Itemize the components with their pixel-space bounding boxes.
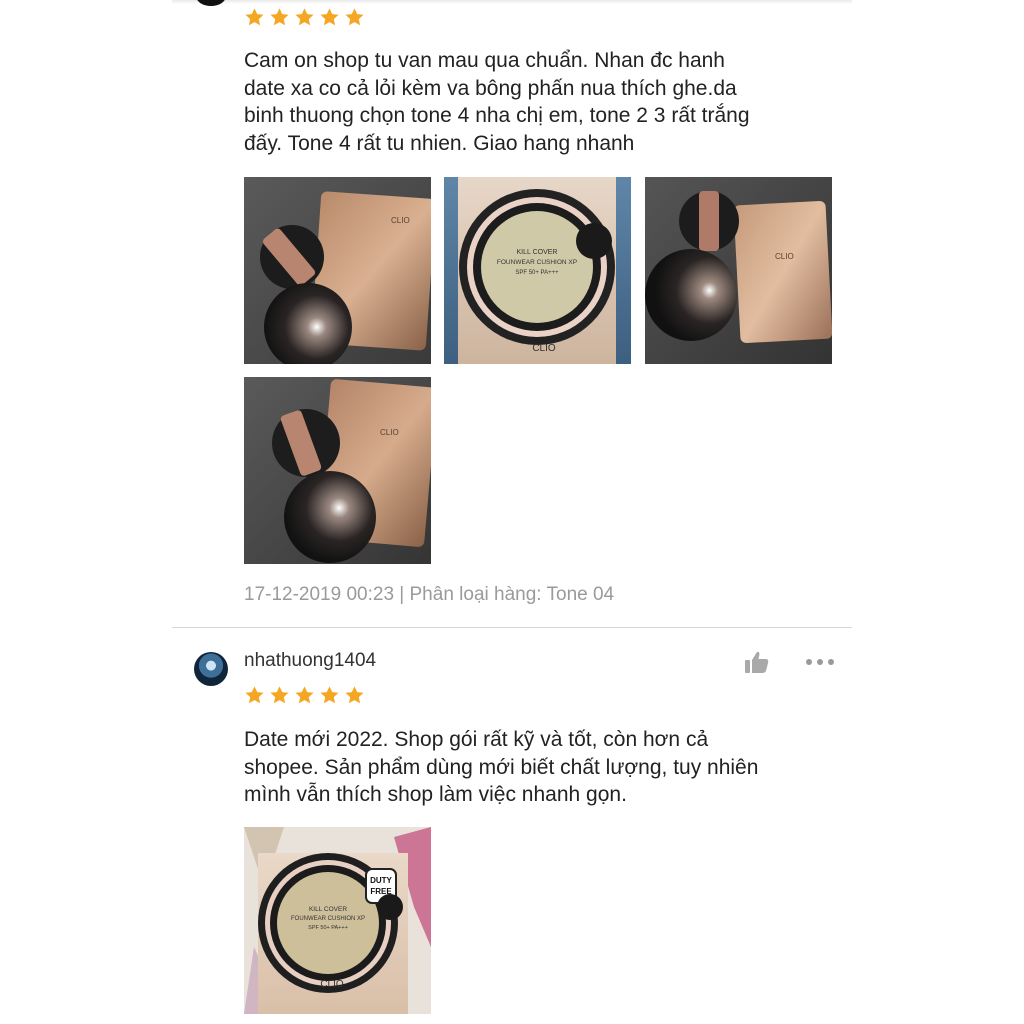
svg-text:CLIO: CLIO	[391, 216, 410, 225]
svg-text:FOUNWEAR CUSHION XP: FOUNWEAR CUSHION XP	[291, 916, 365, 922]
star-icon	[295, 8, 314, 26]
star-icon	[270, 686, 289, 704]
star-icon	[345, 686, 364, 704]
svg-text:FOUNWEAR CUSHION XP: FOUNWEAR CUSHION XP	[497, 259, 577, 266]
avatar[interactable]	[194, 652, 228, 686]
svg-text:CLIO: CLIO	[320, 979, 344, 990]
cushion-refill-photo-icon: CLIO	[645, 177, 832, 364]
svg-text:DUTY: DUTY	[370, 876, 392, 885]
review-meta: 17-12-2019 00:23 | Phân loại hàng: Tone …	[244, 584, 615, 605]
divider	[172, 627, 852, 628]
star-icon	[320, 686, 339, 704]
star-icon	[295, 686, 314, 704]
rating-stars	[244, 7, 365, 28]
review-text: Cam on shop tu van mau qua chuẩn. Nhan đ…	[244, 49, 750, 155]
star-icon	[245, 8, 264, 26]
cushion-box-photo-icon: DUTY FREE KILL COVER FOUNWEAR CUSHION XP…	[244, 827, 431, 1014]
review-text: Date mới 2022. Shop gói rất kỹ và tốt, c…	[244, 728, 759, 806]
svg-text:CLIO: CLIO	[380, 428, 399, 437]
cushion-box-photo-icon: KILL COVER FOUNWEAR CUSHION XP SPF 50+ P…	[444, 177, 631, 364]
cushion-refill-photo-icon: CLIO	[244, 377, 431, 564]
svg-text:SPF 50+ PA+++: SPF 50+ PA+++	[515, 270, 559, 276]
svg-text:CLIO: CLIO	[775, 252, 794, 261]
review-photo[interactable]: CLIO	[244, 377, 431, 564]
review-photo[interactable]: CLIO	[244, 177, 431, 364]
review-photo[interactable]: CLIO	[645, 177, 832, 364]
rating-stars	[244, 685, 365, 706]
star-icon	[320, 8, 339, 26]
star-icon	[345, 8, 364, 26]
review-photo[interactable]: KILL COVER FOUNWEAR CUSHION XP SPF 50+ P…	[444, 177, 631, 364]
svg-text:SPF 50+ PA+++: SPF 50+ PA+++	[308, 925, 348, 931]
username[interactable]: nhathuong1404	[244, 650, 376, 672]
review-photo[interactable]: DUTY FREE KILL COVER FOUNWEAR CUSHION XP…	[244, 827, 431, 1014]
svg-text:CLIO: CLIO	[532, 343, 556, 354]
more-dots-icon[interactable]	[805, 657, 835, 667]
cushion-refill-photo-icon: CLIO	[244, 177, 431, 364]
svg-text:KILL COVER: KILL COVER	[517, 249, 558, 256]
star-icon	[270, 8, 289, 26]
top-edge	[172, 0, 852, 4]
star-icon	[245, 686, 264, 704]
thumbs-up-icon[interactable]	[744, 650, 770, 674]
svg-text:KILL COVER: KILL COVER	[309, 906, 347, 913]
